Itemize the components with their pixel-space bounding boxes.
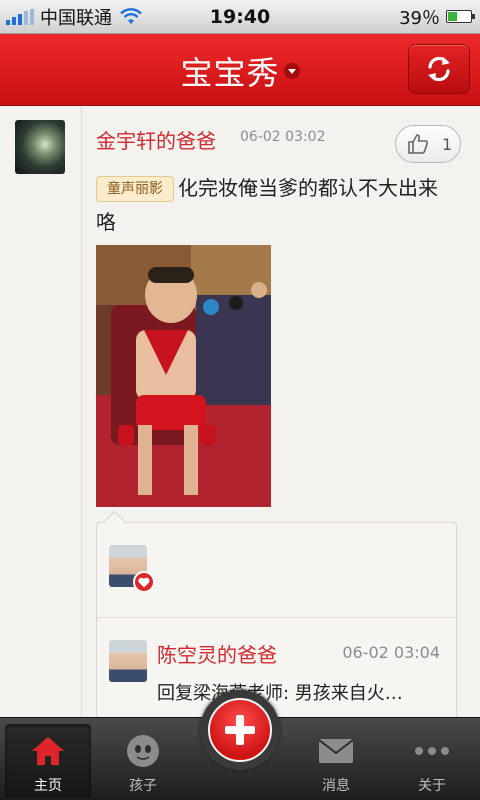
plus-icon [225, 715, 255, 745]
mail-icon [318, 733, 354, 769]
comment-avatar[interactable] [109, 640, 147, 682]
heart-icon [133, 571, 155, 593]
topic-tag[interactable]: 童声丽影 [96, 176, 174, 202]
wifi-icon [120, 7, 142, 24]
refresh-icon [428, 56, 450, 82]
status-bar: 中国联通 19:40 39％ [0, 0, 480, 34]
refresh-button[interactable] [408, 44, 470, 94]
comment-text[interactable]: 回复梁海燕老师: 男孩来自火… [157, 679, 403, 705]
comment-author[interactable]: 陈空灵的爸爸 [157, 639, 277, 668]
page-title: 宝宝秀 [180, 54, 280, 92]
more-icon [414, 733, 450, 769]
likers-row [97, 523, 456, 618]
tab-label: 主页 [34, 778, 62, 794]
tab-messages[interactable]: 消息 [293, 724, 379, 798]
home-icon [30, 733, 66, 769]
tab-about[interactable]: 关于 [389, 724, 475, 798]
face-icon [125, 733, 161, 769]
post-photo[interactable] [96, 245, 271, 507]
divider [81, 107, 82, 717]
signal-icon [6, 8, 34, 25]
post-author[interactable]: 金宇轩的爸爸 [96, 125, 216, 154]
nav-bar: 宝宝秀 [0, 34, 480, 106]
feed[interactable]: 金宇轩的爸爸 06-02 03:02 1 童声丽影化完妆俺当爹的都认不大出来咯 [0, 107, 480, 717]
post-body: 童声丽影 化完妆俺当爹的都认不大出来咯 [96, 171, 456, 239]
post-time: 06-02 03:02 [240, 129, 326, 145]
tab-home[interactable]: 主页 [5, 724, 91, 798]
thumbs-up-icon [408, 134, 428, 154]
child-photo [96, 245, 271, 507]
like-count: 1 [442, 134, 453, 154]
tab-label: 关于 [418, 778, 446, 794]
add-post-button[interactable] [200, 690, 280, 770]
tab-label: 消息 [322, 778, 350, 794]
tab-children[interactable]: 孩子 [100, 724, 186, 798]
like-button[interactable]: 1 [395, 125, 461, 163]
avatar[interactable] [15, 120, 65, 174]
carrier-name: 中国联通 [40, 7, 112, 29]
tab-label: 孩子 [129, 778, 157, 794]
battery-icon [446, 10, 475, 23]
comment-section: 陈空灵的爸爸 06-02 03:04 回复梁海燕老师: 男孩来自火… [96, 522, 457, 717]
comment-time: 06-02 03:04 [342, 643, 440, 662]
battery-percent: 39％ [399, 7, 440, 29]
chevron-down-icon [283, 63, 300, 79]
